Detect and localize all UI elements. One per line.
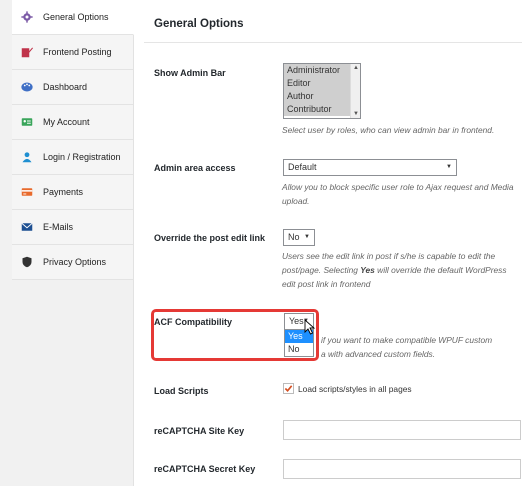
recaptcha-secret-key-label: reCAPTCHA Secret Key bbox=[154, 464, 256, 474]
sidebar-item-frontend-posting[interactable]: Frontend Posting bbox=[12, 35, 133, 70]
sidebar-item-label: Dashboard bbox=[43, 82, 88, 92]
sidebar-item-privacy-options[interactable]: Privacy Options bbox=[12, 245, 133, 280]
admin-bar-description: Select user by roles, who can view admin… bbox=[282, 125, 495, 135]
scroll-down-icon[interactable]: ▼ bbox=[353, 111, 359, 117]
acf-description: if you want to make compatible WPUF cust… bbox=[321, 333, 516, 361]
override-edit-label: Override the post edit link bbox=[154, 233, 266, 243]
acf-desc-line-1: if you want to make compatible WPUF cust… bbox=[321, 335, 493, 345]
gear-icon bbox=[20, 11, 33, 24]
sidebar-item-emails[interactable]: E-Mails bbox=[12, 210, 133, 245]
palette-icon bbox=[20, 81, 33, 94]
mouse-cursor-icon bbox=[304, 319, 316, 335]
settings-sidebar: General Options Frontend Posting Dashboa… bbox=[12, 0, 134, 486]
page-title: General Options bbox=[154, 18, 244, 30]
shield-icon bbox=[20, 256, 33, 269]
admin-access-description: Allow you to block specific user role to… bbox=[282, 182, 514, 206]
sidebar-item-dashboard[interactable]: Dashboard bbox=[12, 70, 133, 105]
role-option[interactable]: Contributor bbox=[284, 103, 350, 116]
sidebar-item-label: My Account bbox=[43, 117, 90, 127]
sidebar-item-label: Login / Registration bbox=[43, 152, 121, 162]
admin-access-value: Default bbox=[288, 162, 317, 172]
load-scripts-checkbox-label: Load scripts/styles in all pages bbox=[298, 384, 412, 394]
recaptcha-site-key-input[interactable] bbox=[283, 420, 521, 440]
recaptcha-site-key-label: reCAPTCHA Site Key bbox=[154, 426, 245, 436]
scroll-up-icon[interactable]: ▲ bbox=[353, 65, 359, 71]
listbox-scrollbar[interactable]: ▲ ▼ bbox=[350, 64, 360, 118]
sidebar-item-login-registration[interactable]: Login / Registration bbox=[12, 140, 133, 175]
checkmark-icon bbox=[284, 385, 293, 392]
sidebar-item-label: Frontend Posting bbox=[43, 47, 112, 57]
chevron-down-icon: ▼ bbox=[304, 234, 310, 240]
sidebar-item-label: Payments bbox=[43, 187, 84, 197]
override-desc-bold: Yes bbox=[360, 265, 375, 275]
override-edit-select[interactable]: No ▼ bbox=[283, 229, 315, 246]
acf-desc-line-2: a with advanced custom fields. bbox=[321, 349, 436, 359]
sidebar-item-general-options[interactable]: General Options bbox=[12, 0, 134, 35]
sidebar-item-payments[interactable]: Payments bbox=[12, 175, 133, 210]
role-option[interactable]: Administrator bbox=[284, 64, 350, 77]
payments-icon bbox=[20, 186, 33, 199]
override-edit-description: Users see the edit link in post if s/he … bbox=[282, 249, 514, 291]
mail-icon bbox=[20, 221, 33, 234]
sidebar-item-my-account[interactable]: My Account bbox=[12, 105, 133, 140]
account-card-icon bbox=[20, 116, 33, 129]
chevron-down-icon: ▼ bbox=[446, 164, 452, 170]
show-admin-bar-label: Show Admin Bar bbox=[154, 68, 226, 78]
sidebar-item-label: E-Mails bbox=[43, 222, 74, 232]
override-edit-value: No bbox=[288, 232, 300, 242]
title-divider bbox=[144, 42, 522, 43]
user-icon bbox=[20, 151, 33, 164]
settings-panel: General Options Show Admin Bar Administr… bbox=[134, 0, 522, 486]
admin-access-label: Admin area access bbox=[154, 163, 236, 173]
admin-access-select[interactable]: Default ▼ bbox=[283, 159, 457, 176]
role-option[interactable]: Editor bbox=[284, 77, 350, 90]
admin-bar-roles-listbox[interactable]: Administrator Editor Author Contributor … bbox=[283, 63, 361, 119]
sidebar-item-label: General Options bbox=[43, 12, 109, 22]
acf-option-no[interactable]: No bbox=[285, 343, 313, 356]
load-scripts-checkbox[interactable] bbox=[283, 383, 294, 394]
sidebar-item-label: Privacy Options bbox=[43, 257, 107, 267]
load-scripts-label: Load Scripts bbox=[154, 386, 209, 396]
recaptcha-secret-key-input[interactable] bbox=[283, 459, 521, 479]
edit-post-icon bbox=[20, 46, 33, 59]
role-option[interactable]: Author bbox=[284, 90, 350, 103]
